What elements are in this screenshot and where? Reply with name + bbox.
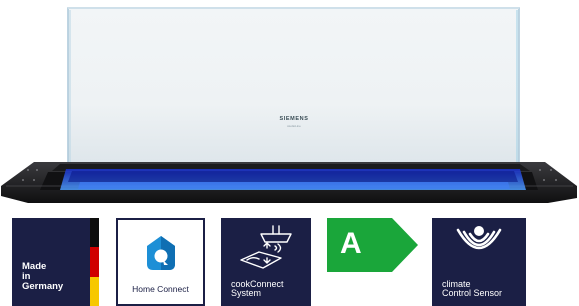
cookconnect-badge: cookConnect System — [221, 218, 311, 306]
home-connect-label: Home Connect — [132, 284, 189, 294]
german-flag-gold — [90, 277, 99, 306]
home-connect-badge: Home Connect — [116, 218, 205, 306]
energy-class-letter: A — [340, 227, 362, 260]
german-flag-red — [90, 247, 99, 277]
cookconnect-label: cookConnect System — [231, 279, 284, 298]
made-in-germany-badge: Made in Germany — [12, 218, 99, 306]
climate-sensor-icon — [456, 226, 502, 250]
german-flag-black — [90, 218, 99, 247]
climate-control-sensor-badge: climate Control Sensor — [432, 218, 526, 306]
glass-subtitle: studioLine — [287, 124, 301, 128]
blue-ambient-light — [60, 169, 526, 190]
cookconnect-hob-hood-icon — [240, 225, 292, 269]
made-in-germany-label: Made in Germany — [22, 261, 64, 292]
home-connect-icon — [147, 236, 175, 270]
brand-logo: SIEMENS — [280, 116, 309, 122]
glass-panel — [67, 7, 520, 169]
climate-sensor-label: climate Control Sensor — [442, 279, 503, 298]
downdraft-extractor-image: SIEMENS studioLine — [1, 7, 577, 203]
